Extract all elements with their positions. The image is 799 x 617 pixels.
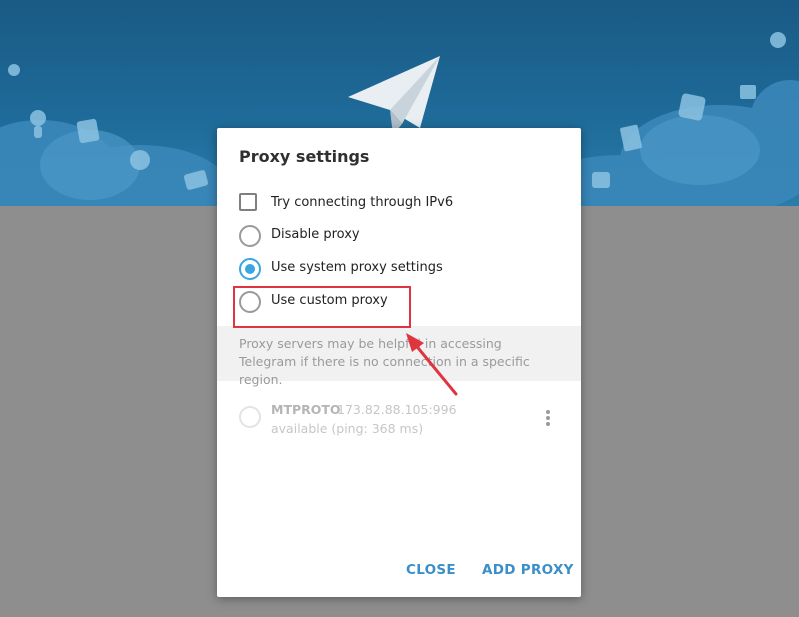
info-band: Proxy servers may be helpful in accessin… [217,326,581,387]
proxy-list-item[interactable]: MTPROTO 173.82.88.105:996 available (pin… [217,398,581,438]
proxy-radio[interactable] [239,406,261,428]
add-proxy-button[interactable]: ADD PROXY [482,562,574,578]
proxy-status: available (ping: 368 ms) [271,421,424,436]
annotation-highlight-box [233,286,411,328]
ipv6-checkbox-option[interactable]: Try connecting through IPv6 [239,193,559,215]
dialog-title: Proxy settings [239,147,370,166]
system-proxy-label: Use system proxy settings [271,260,443,275]
system-proxy-radio[interactable] [239,258,261,280]
disable-proxy-label: Disable proxy [271,227,360,242]
proxy-settings-dialog: Proxy settings Try connecting through IP… [217,128,581,597]
menu-dots-icon[interactable] [543,410,553,430]
disable-proxy-radio[interactable] [239,225,261,247]
disable-proxy-option[interactable]: Disable proxy [239,225,559,247]
ipv6-label: Try connecting through IPv6 [271,195,454,210]
close-button[interactable]: CLOSE [406,562,456,578]
info-text: Proxy servers may be helpful in accessin… [239,336,530,387]
proxy-type: MTPROTO [271,402,341,417]
proxy-address: 173.82.88.105:996 [337,402,457,417]
ipv6-checkbox[interactable] [239,193,257,211]
system-proxy-option[interactable]: Use system proxy settings [239,258,559,280]
telegram-plane-icon [348,56,440,135]
